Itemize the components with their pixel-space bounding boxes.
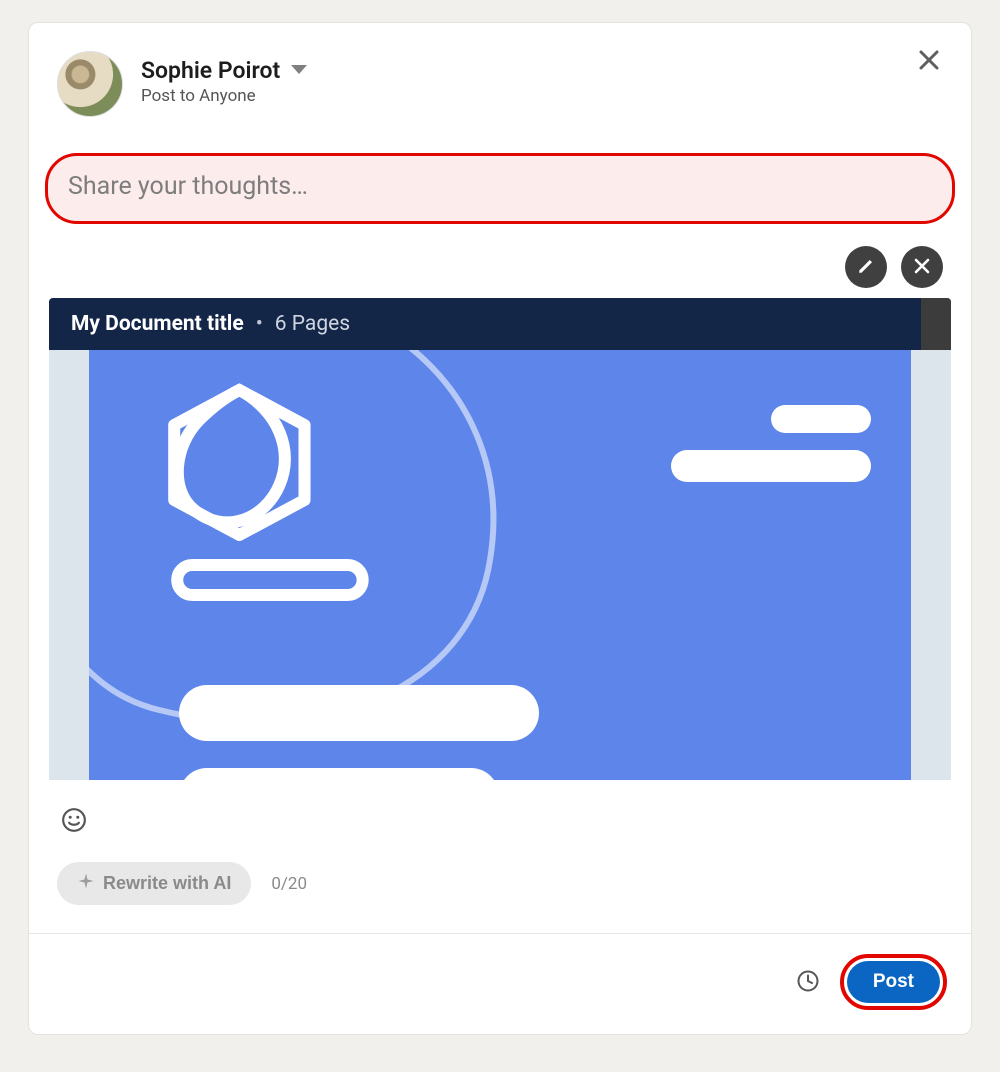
author-name: Sophie Poirot [141, 57, 280, 84]
rewrite-label: Rewrite with AI [103, 873, 231, 894]
composer-header: Sophie Poirot Post to Anyone [29, 23, 971, 127]
close-icon [917, 48, 941, 75]
document-slide [89, 350, 911, 780]
rewrite-with-ai-button[interactable]: Rewrite with AI [57, 862, 251, 905]
separator-dot: • [256, 312, 263, 336]
sparkle-icon [77, 872, 95, 895]
compose-highlight [45, 153, 955, 224]
composer-footer: Post [29, 933, 971, 1034]
close-icon [913, 257, 931, 278]
compose-input[interactable] [68, 172, 932, 201]
author-meta[interactable]: Sophie Poirot Post to Anyone [141, 51, 308, 106]
document-canvas [49, 350, 951, 780]
clock-icon [796, 969, 820, 996]
document-preview[interactable]: My Document title • 6 Pages [49, 298, 951, 780]
document-pages: 6 Pages [275, 312, 350, 336]
emoji-row [29, 780, 971, 844]
post-button[interactable]: Post [847, 961, 940, 1003]
document-title: My Document title [71, 312, 244, 336]
post-label: Post [873, 971, 914, 992]
edit-media-button[interactable] [845, 246, 887, 288]
schedule-button[interactable] [794, 968, 822, 996]
post-composer-modal: Sophie Poirot Post to Anyone [28, 22, 972, 1035]
document-header: My Document title • 6 Pages [49, 298, 951, 350]
close-button[interactable] [913, 45, 945, 77]
audience-label: Post to Anyone [141, 86, 308, 106]
emoji-icon [61, 807, 87, 836]
post-highlight: Post [840, 954, 947, 1010]
media-actions [29, 224, 971, 298]
rewrite-row: Rewrite with AI 0/20 [29, 844, 971, 933]
chevron-down-icon [290, 61, 308, 80]
emoji-button[interactable] [59, 806, 89, 836]
pencil-icon [857, 257, 875, 278]
remove-media-button[interactable] [901, 246, 943, 288]
rewrite-counter: 0/20 [271, 874, 307, 894]
avatar [57, 51, 123, 117]
